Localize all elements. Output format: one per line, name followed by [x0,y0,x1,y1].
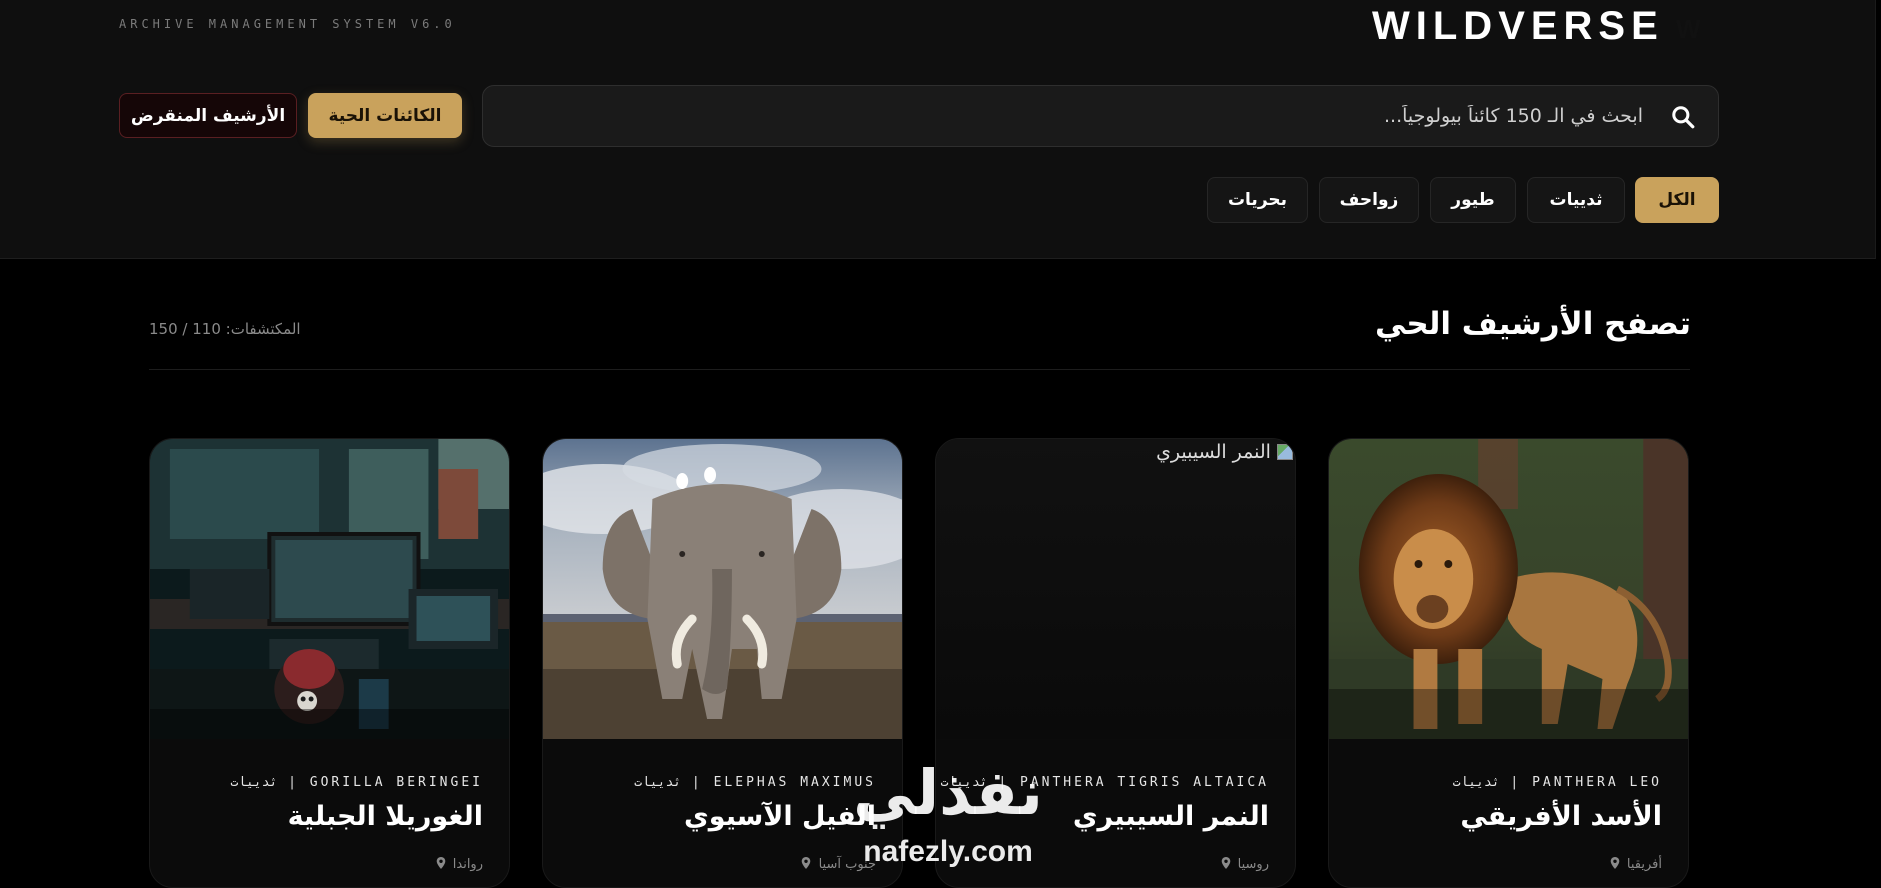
brand-logo[interactable]: WILDVERSE [1372,4,1664,49]
filter-birds[interactable]: طيور [1430,177,1516,223]
creature-name: الأسد الأفريقي [1460,801,1662,832]
filter-marine[interactable]: بحريات [1207,177,1308,223]
top-header: ARCHIVE MANAGEMENT SYSTEM V6.0 WILDVERSE… [0,0,1876,259]
location-pin-icon [1610,857,1620,869]
location-label: روسيا [1237,857,1269,872]
system-label: ARCHIVE MANAGEMENT SYSTEM V6.0 [119,17,456,31]
creature-card-gorilla[interactable]: GORILLA BERINGEI | ثدييات الغوريلا الجبل… [149,438,510,888]
creature-name: النمر السيبيري [1072,801,1269,832]
card-image-lion [1329,439,1688,739]
creature-location: أفريقيا [1610,857,1662,872]
creature-location: روسيا [1221,857,1269,872]
broken-image-alt: النمر السيبيري [1156,441,1293,463]
scientific-name: GORILLA BERINGEI | ثدييات [230,775,483,790]
creature-location: جنوب آسيا [801,857,876,872]
scientific-name: ELEPHAS MAXIMUS | ثدييات [634,775,876,790]
creature-location: رواندا [436,857,483,872]
scientific-name: PANTHERA TIGRIS ALTAICA | ثدييات [940,775,1269,790]
creature-name: الفيل الآسيوي [684,801,876,832]
location-pin-icon [436,857,445,869]
filter-mammals[interactable]: ثدييات [1527,177,1625,223]
creature-card-tiger[interactable]: النمر السيبيري PANTHERA TIGRIS ALTAICA |… [935,438,1296,888]
filter-all[interactable]: الكل [1635,177,1719,223]
location-label: أفريقيا [1626,857,1662,872]
living-creatures-button[interactable]: الكائنات الحية [308,93,462,138]
discoveries-count: المكتشفات: 110 / 150 [149,320,301,338]
creature-name: الغوريلا الجبلية [287,801,483,832]
search-icon[interactable] [1670,104,1696,130]
location-pin-icon [802,857,811,869]
page-title: تصفح الأرشيف الحي [1374,306,1691,342]
brand-mark-icon: W [1676,14,1701,44]
creature-card-elephant[interactable]: ELEPHAS MAXIMUS | ثدييات الفيل الآسيوي ج… [542,438,903,888]
card-image-tiger: النمر السيبيري [936,439,1295,739]
scientific-name: PANTHERA LEO | ثدييات [1452,775,1662,790]
extinct-archive-button[interactable]: الأرشيف المنقرض [119,93,297,138]
broken-image-icon [1277,444,1293,460]
card-image-elephant [543,439,902,739]
location-label: رواندا [452,857,483,872]
creature-card-lion[interactable]: PANTHERA LEO | ثدييات الأسد الأفريقي أفر… [1328,438,1689,888]
location-pin-icon [1221,857,1230,869]
search-input[interactable] [503,86,1643,146]
filter-reptiles[interactable]: زواحف [1319,177,1419,223]
section-divider [149,369,1690,370]
location-label: جنوب آسيا [818,857,876,872]
card-image-gorilla [150,439,509,739]
search-bar [482,85,1719,147]
